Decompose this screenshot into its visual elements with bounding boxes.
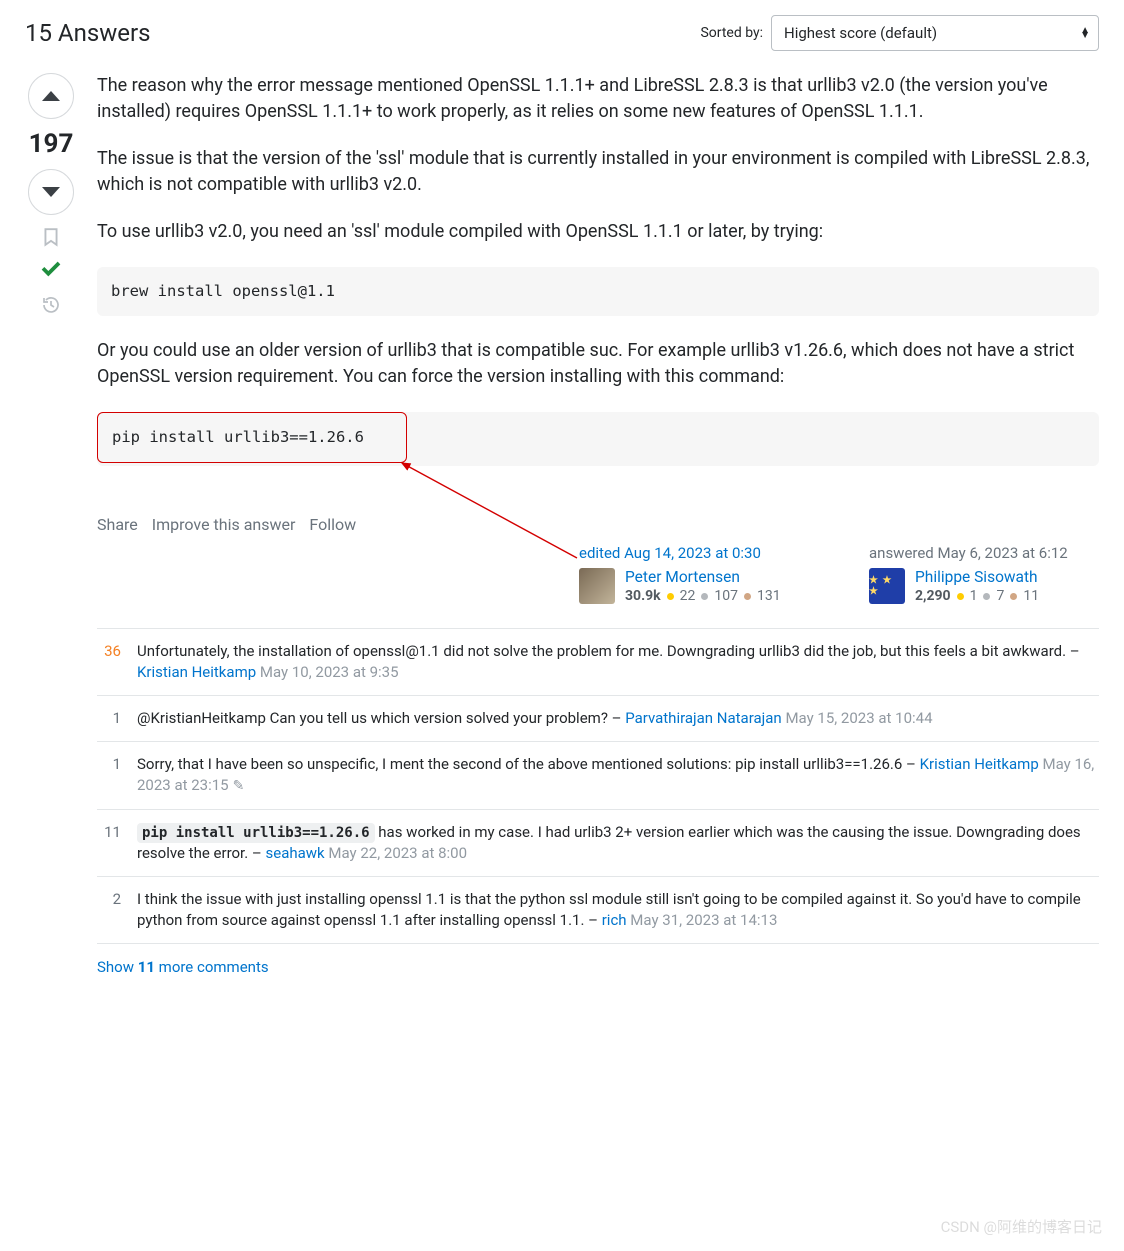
- sort-select[interactable]: Highest score (default) ▲▼: [771, 15, 1099, 51]
- follow-link[interactable]: Follow: [309, 515, 356, 534]
- show-more-comments[interactable]: Show 11 more comments: [97, 943, 1099, 990]
- inline-code: pip install urllib3==1.26.6: [137, 823, 375, 843]
- comment-author[interactable]: Kristian Heitkamp: [137, 663, 256, 681]
- avatar[interactable]: [579, 568, 615, 604]
- comment-row: 1 Sorry, that I have been so unspecific, …: [97, 741, 1099, 809]
- timeline-button[interactable]: [39, 293, 63, 317]
- comment-body: I think the issue with just installing o…: [137, 889, 1099, 931]
- bronze-badge-icon: [744, 593, 751, 600]
- vote-score: 197: [29, 129, 74, 159]
- answer-paragraph: To use urllib3 v2.0, you need an 'ssl' m…: [97, 219, 1099, 245]
- editor-name[interactable]: Peter Mortensen: [625, 568, 781, 586]
- comment-score: 11: [97, 822, 121, 865]
- comment-score: 1: [97, 708, 121, 729]
- triangle-up-icon: [42, 91, 60, 101]
- answer-paragraph: The reason why the error message mention…: [97, 73, 1099, 124]
- chevron-sort-icon: ▲▼: [1080, 28, 1090, 38]
- author-card: answered May 6, 2023 at 6:12 Philippe Si…: [869, 544, 1099, 604]
- code-block[interactable]: brew install openssl@1.1: [97, 267, 1099, 317]
- comment-body: Unfortunately, the installation of opens…: [137, 641, 1099, 683]
- comment-body: pip install urllib3==1.26.6 has worked i…: [137, 822, 1099, 865]
- comment-author[interactable]: Kristian Heitkamp: [920, 755, 1039, 773]
- sort-label: Sorted by:: [700, 25, 763, 41]
- silver-badge-icon: [983, 593, 990, 600]
- avatar[interactable]: [869, 568, 905, 604]
- answer-paragraph: Or you could use an older version of url…: [97, 338, 1099, 389]
- comment-time: May 31, 2023 at 14:13: [630, 911, 777, 929]
- comment-body: Sorry, that I have been so unspecific, I…: [137, 754, 1099, 797]
- downvote-button[interactable]: [28, 169, 74, 215]
- comment-time: May 10, 2023 at 9:35: [260, 663, 399, 681]
- bookmark-button[interactable]: [39, 225, 63, 249]
- upvote-button[interactable]: [28, 73, 74, 119]
- author-name[interactable]: Philippe Sisowath: [915, 568, 1039, 586]
- improve-answer-link[interactable]: Improve this answer: [152, 515, 296, 534]
- comment-body: @KristianHeitkamp Can you tell us which …: [137, 708, 1099, 729]
- comment-time: May 15, 2023 at 10:44: [785, 709, 932, 727]
- accepted-answer-icon: [39, 259, 63, 283]
- comment-score: 36: [97, 641, 121, 683]
- comment-row: 11 pip install urllib3==1.26.6 has worked…: [97, 809, 1099, 877]
- editor-card: edited Aug 14, 2023 at 0:30 Peter Morten…: [579, 544, 809, 604]
- share-link[interactable]: Share: [97, 515, 138, 534]
- answers-heading: 15 Answers: [25, 19, 151, 47]
- sort-control: Sorted by: Highest score (default) ▲▼: [700, 15, 1099, 51]
- comment-author[interactable]: seahawk: [266, 844, 325, 862]
- comment-time: May 22, 2023 at 8:00: [328, 844, 467, 862]
- author-reputation: 2,290 1 7 11: [915, 588, 1039, 604]
- silver-badge-icon: [701, 593, 708, 600]
- comment-row: 1 @KristianHeitkamp Can you tell us which…: [97, 695, 1099, 741]
- editor-reputation: 30.9k 22 107 131: [625, 588, 781, 604]
- comment-score: 1: [97, 754, 121, 797]
- comment-author[interactable]: rich: [602, 911, 627, 929]
- comment-score: 2: [97, 889, 121, 931]
- answer-paragraph: The issue is that the version of the 'ss…: [97, 146, 1099, 197]
- bronze-badge-icon: [1010, 593, 1017, 600]
- triangle-down-icon: [42, 187, 60, 197]
- history-icon: [41, 295, 61, 315]
- watermark-text: CSDN @阿维的博客日记: [941, 1216, 1102, 1237]
- code-block-highlighted[interactable]: pip install urllib3==1.26.6: [97, 412, 407, 464]
- comment-author[interactable]: Parvathirajan Natarajan: [625, 709, 782, 727]
- bookmark-icon: [41, 227, 61, 247]
- edited-timestamp[interactable]: edited Aug 14, 2023 at 0:30: [579, 544, 809, 562]
- gold-badge-icon: [667, 593, 674, 600]
- comment-row: 2 I think the issue with just installing …: [97, 876, 1099, 943]
- comment-row: 36 Unfortunately, the installation of ope…: [97, 628, 1099, 695]
- pencil-icon: ✎: [233, 778, 245, 794]
- gold-badge-icon: [957, 593, 964, 600]
- sort-value: Highest score (default): [784, 24, 937, 42]
- answered-timestamp: answered May 6, 2023 at 6:12: [869, 544, 1099, 562]
